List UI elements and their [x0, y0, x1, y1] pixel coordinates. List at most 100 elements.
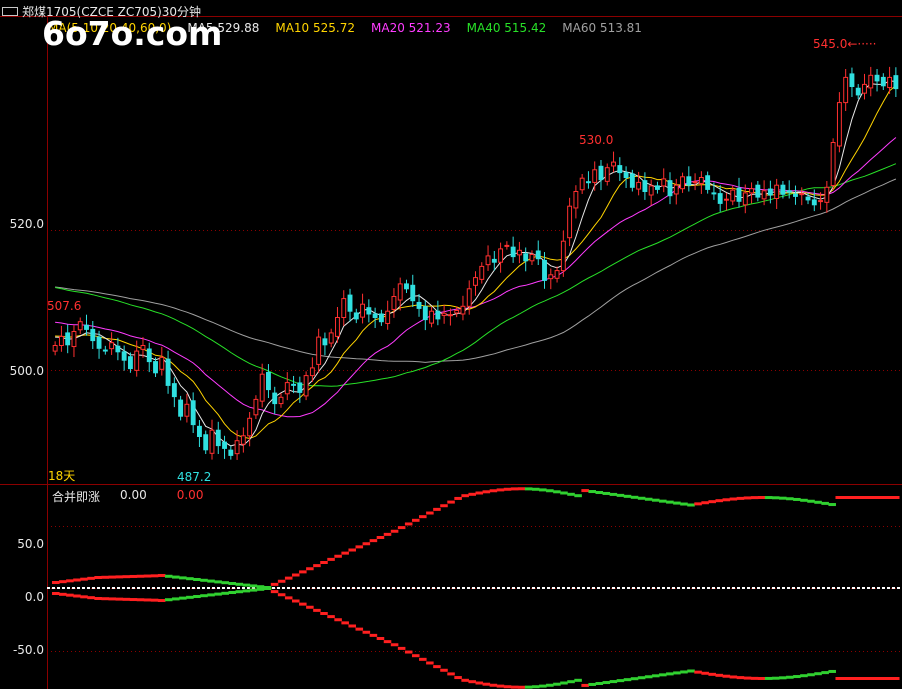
indicator-upper-point	[186, 577, 194, 581]
candle-body	[705, 175, 711, 190]
indicator-upper-point	[856, 496, 865, 499]
indicator-upper-point	[369, 539, 378, 543]
candle-body	[84, 324, 89, 330]
candle-body	[567, 205, 573, 239]
indicator-lower-point	[856, 677, 865, 680]
indicator-upper-point	[376, 536, 385, 539]
indicator-upper-point	[299, 570, 307, 574]
indicator-lower-point	[673, 671, 681, 675]
indicator-lower-point	[743, 676, 752, 680]
indicator-lower-point	[108, 597, 117, 601]
indicator-lower-point	[786, 675, 794, 679]
candle-body	[385, 310, 391, 324]
candle-body	[165, 358, 171, 386]
candle-body	[604, 167, 610, 182]
candle-body	[416, 301, 422, 309]
indicator-lower-point	[397, 646, 406, 650]
candle-body	[742, 192, 748, 206]
candle-body	[811, 199, 817, 206]
candle-body	[397, 283, 403, 301]
candle-body	[680, 176, 685, 190]
indicator-lower-point	[764, 676, 773, 680]
ma40-label: MA40 515.42	[466, 21, 547, 35]
indicator-upper-point	[807, 499, 815, 503]
indicator-upper-point	[334, 554, 342, 558]
indicator-lower-point	[546, 683, 554, 687]
indicator-upper-point	[701, 501, 709, 505]
watermark-logo: 6o7o.com	[42, 14, 223, 53]
candle-body	[209, 429, 215, 454]
indicator-lower-point	[694, 670, 702, 674]
candle-body	[222, 441, 227, 449]
indicator-upper-point	[101, 575, 109, 579]
indicator-lower-point	[164, 598, 173, 602]
sub-tick-50: 50.0	[17, 537, 44, 551]
candle-body	[102, 349, 108, 352]
candle-body	[579, 177, 585, 191]
candle-body	[404, 283, 409, 290]
indicator-upper-point	[270, 582, 279, 586]
indicator-upper-point	[666, 500, 674, 504]
indicator-upper-point	[242, 583, 251, 587]
candle-body	[58, 335, 64, 346]
indicator-lower-point	[779, 676, 787, 680]
ma60-label: MA60 513.81	[562, 21, 642, 35]
candle-body	[234, 440, 240, 455]
moving-average-lines	[55, 80, 897, 447]
indicator-upper-point	[320, 561, 328, 564]
indicator-upper-point	[66, 579, 74, 583]
indicator-upper-point	[891, 496, 900, 499]
indicator-upper-point	[397, 526, 406, 530]
indicator-lower-point	[842, 677, 851, 680]
indicator-upper-point	[419, 515, 427, 519]
sub-tick-neg50: -50.0	[12, 643, 44, 657]
candle-body	[529, 254, 535, 262]
indicator-upper-point	[771, 496, 780, 500]
indicator-lower-point	[327, 615, 335, 619]
indicator-upper-point	[884, 496, 893, 499]
candle-body	[485, 255, 491, 266]
candle-body	[278, 396, 284, 405]
indicator-lower-point	[383, 640, 392, 644]
indicator-upper-point	[616, 493, 625, 497]
indicator-upper-point	[630, 495, 639, 499]
indicator-lower-point	[200, 594, 208, 598]
candle-body	[793, 193, 798, 197]
indicator-upper-point	[171, 575, 180, 579]
indicator-lower-point	[651, 674, 660, 678]
candle-body	[178, 399, 184, 417]
indicator-upper-point	[482, 490, 491, 494]
window-toggle-icon[interactable]	[2, 7, 18, 16]
indicator-lower-point	[341, 621, 349, 625]
indicator-upper-point	[680, 502, 688, 506]
candle-body	[692, 181, 698, 184]
indicator-upper-point	[567, 492, 575, 496]
indicator-upper-point	[821, 501, 829, 505]
high-value: 545.0	[813, 37, 848, 51]
indicator-value-2: 0.00	[176, 488, 204, 502]
candle-body	[617, 165, 623, 174]
indicator-lower-point	[284, 596, 293, 600]
indicator-lower-point	[179, 596, 187, 600]
candle-body	[159, 356, 165, 370]
candle-body	[184, 403, 190, 417]
price-tick-500: 500.0	[9, 364, 44, 378]
candle-body	[491, 258, 497, 263]
indicator-lower-point	[411, 654, 420, 658]
candle-body	[247, 417, 253, 437]
indicator-upper-point	[136, 574, 145, 578]
high-annotation: 545.0←·····	[813, 37, 877, 51]
indicator-upper-point	[673, 501, 681, 505]
candle-body	[774, 184, 780, 199]
candle-body	[454, 310, 460, 314]
indicator-upper-point	[736, 496, 745, 500]
indicator-upper-point	[553, 490, 561, 494]
indicator-upper-point	[814, 500, 822, 504]
candle-body	[115, 345, 121, 353]
candle-body	[479, 265, 485, 280]
indicator-upper-point	[129, 574, 138, 578]
indicator-upper-point	[694, 502, 702, 506]
indicator-upper-point	[461, 494, 469, 498]
indicator-lower-point	[299, 602, 307, 606]
indicator-upper-point	[94, 576, 102, 579]
